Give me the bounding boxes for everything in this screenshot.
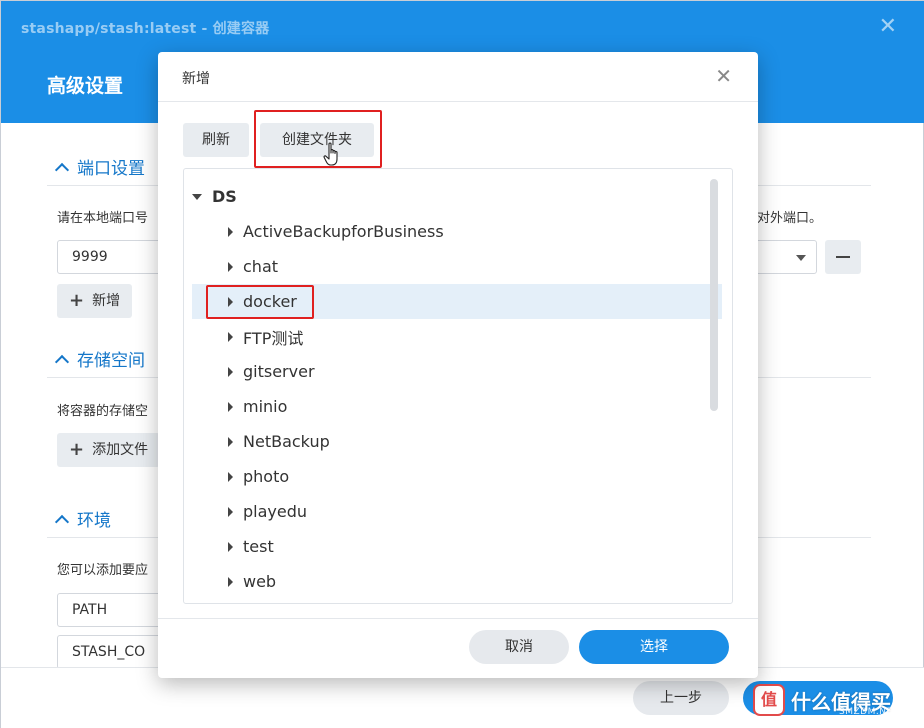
tree-item[interactable]: FTP测试 <box>192 319 722 354</box>
caret-right-icon <box>228 506 233 517</box>
tree-item[interactable]: test <box>192 529 722 564</box>
folder-tree: DS ActiveBackupforBusiness chat docker F… <box>183 168 733 604</box>
caret-down-icon <box>192 193 202 200</box>
caret-right-icon <box>228 401 233 412</box>
close-icon[interactable]: ✕ <box>715 64 732 88</box>
caret-right-icon <box>228 366 233 377</box>
tree-item[interactable]: minio <box>192 389 722 424</box>
tree-root[interactable]: DS <box>192 179 722 214</box>
tree-item[interactable]: NetBackup <box>192 424 722 459</box>
caret-right-icon <box>228 471 233 482</box>
tree-item[interactable]: web <box>192 564 722 599</box>
divider <box>158 101 758 102</box>
caret-right-icon <box>228 331 233 342</box>
tree-item[interactable]: photo <box>192 459 722 494</box>
tree-item[interactable]: gitserver <box>192 354 722 389</box>
divider <box>158 618 758 619</box>
select-button[interactable]: 选择 <box>579 630 729 664</box>
caret-right-icon <box>228 436 233 447</box>
tree-item[interactable]: ActiveBackupforBusiness <box>192 214 722 249</box>
caret-right-icon <box>228 541 233 552</box>
cancel-button[interactable]: 取消 <box>469 630 569 664</box>
hand-cursor-icon <box>323 142 338 166</box>
refresh-button[interactable]: 刷新 <box>183 123 249 157</box>
add-folder-dialog: 新增 ✕ 刷新 创建文件夹 DS ActiveBackupforBusiness… <box>158 52 758 678</box>
caret-right-icon <box>228 576 233 587</box>
caret-right-icon <box>228 226 233 237</box>
highlight-box <box>254 110 382 168</box>
highlight-box <box>206 285 314 319</box>
tree-item[interactable]: chat <box>192 249 722 284</box>
dialog-title: 新增 <box>182 71 210 87</box>
scrollbar[interactable] <box>710 179 718 411</box>
tree-item[interactable]: playedu <box>192 494 722 529</box>
caret-right-icon <box>228 261 233 272</box>
